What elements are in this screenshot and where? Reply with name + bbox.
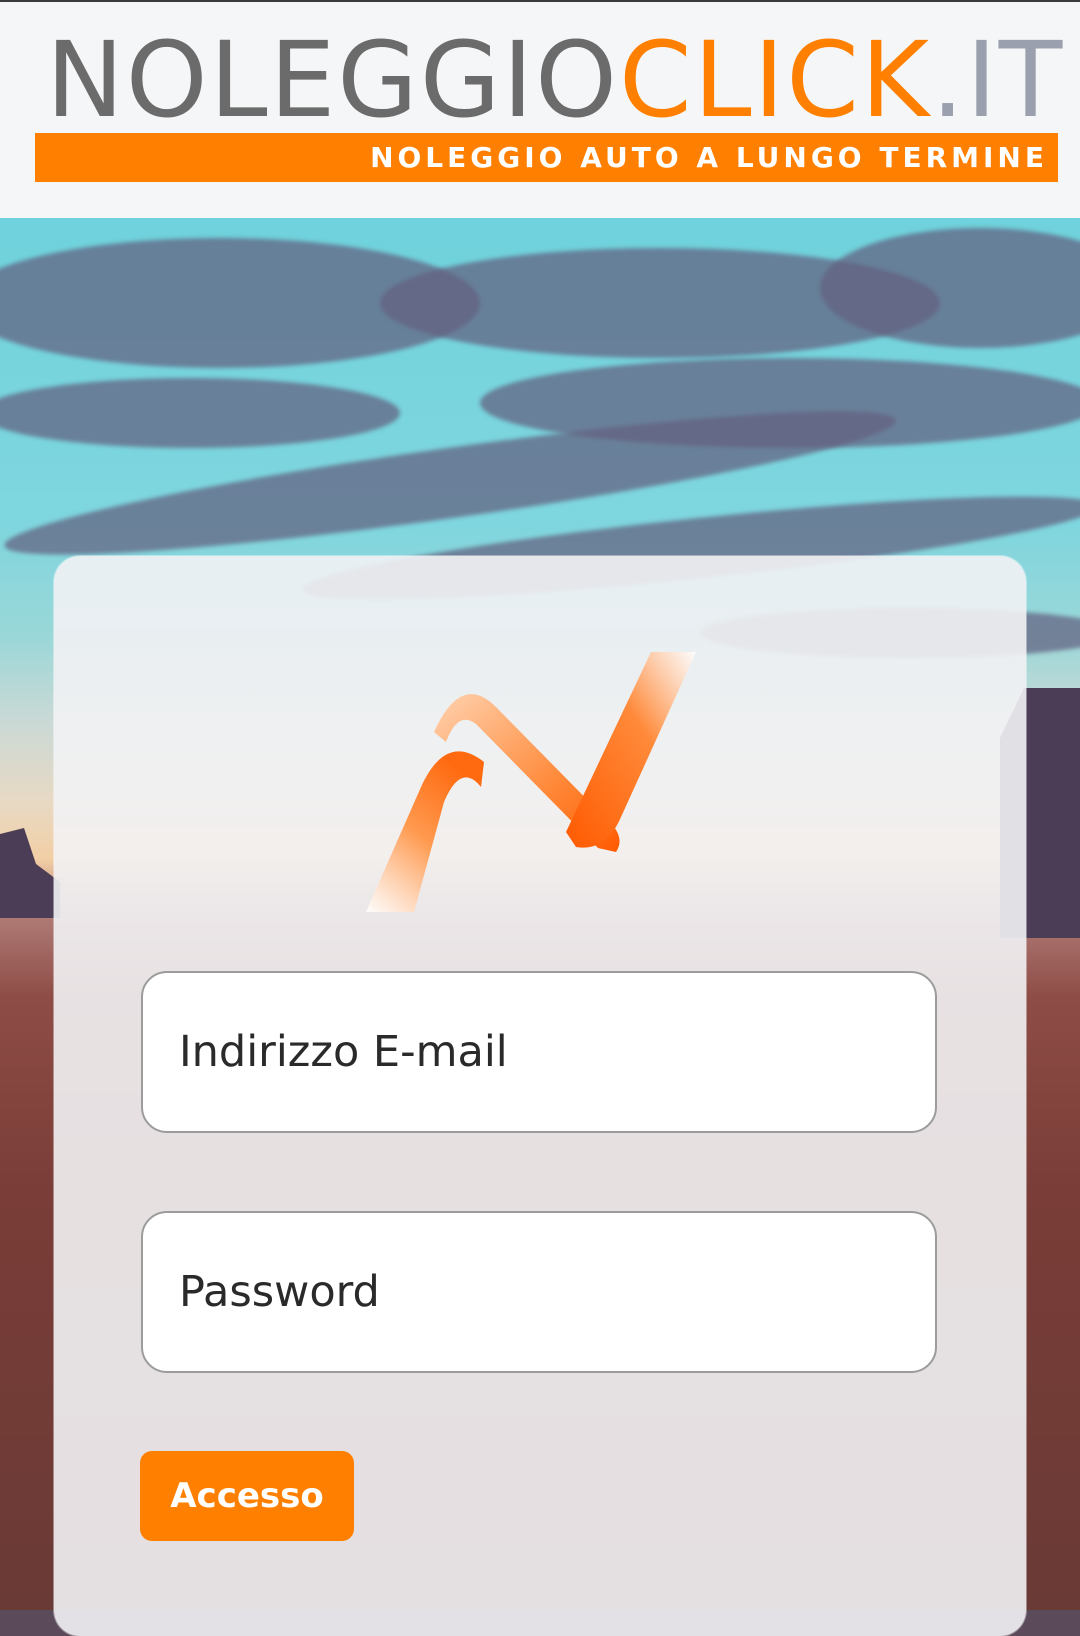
login-card: Accesso bbox=[54, 556, 1026, 1636]
orange-n-ribbon-logo-icon bbox=[366, 652, 696, 912]
email-field[interactable] bbox=[141, 971, 937, 1133]
brand-wordmark[interactable]: NOLEGGIOCLICK.IT bbox=[46, 28, 1062, 132]
wordmark-domain: .IT bbox=[931, 19, 1065, 141]
cloud bbox=[0, 378, 400, 448]
wordmark-noleggio: NOLEGGIO bbox=[46, 19, 620, 141]
rock-formation bbox=[0, 828, 60, 918]
password-field[interactable] bbox=[141, 1211, 937, 1373]
brand-tagline: NOLEGGIO AUTO A LUNGO TERMINE bbox=[370, 141, 1048, 174]
login-button[interactable]: Accesso bbox=[140, 1451, 354, 1541]
site-header: NOLEGGIOCLICK.IT NOLEGGIO AUTO A LUNGO T… bbox=[0, 2, 1080, 218]
wordmark-click: CLICK bbox=[619, 19, 932, 141]
brand-tagline-bar: NOLEGGIO AUTO A LUNGO TERMINE bbox=[35, 133, 1058, 182]
